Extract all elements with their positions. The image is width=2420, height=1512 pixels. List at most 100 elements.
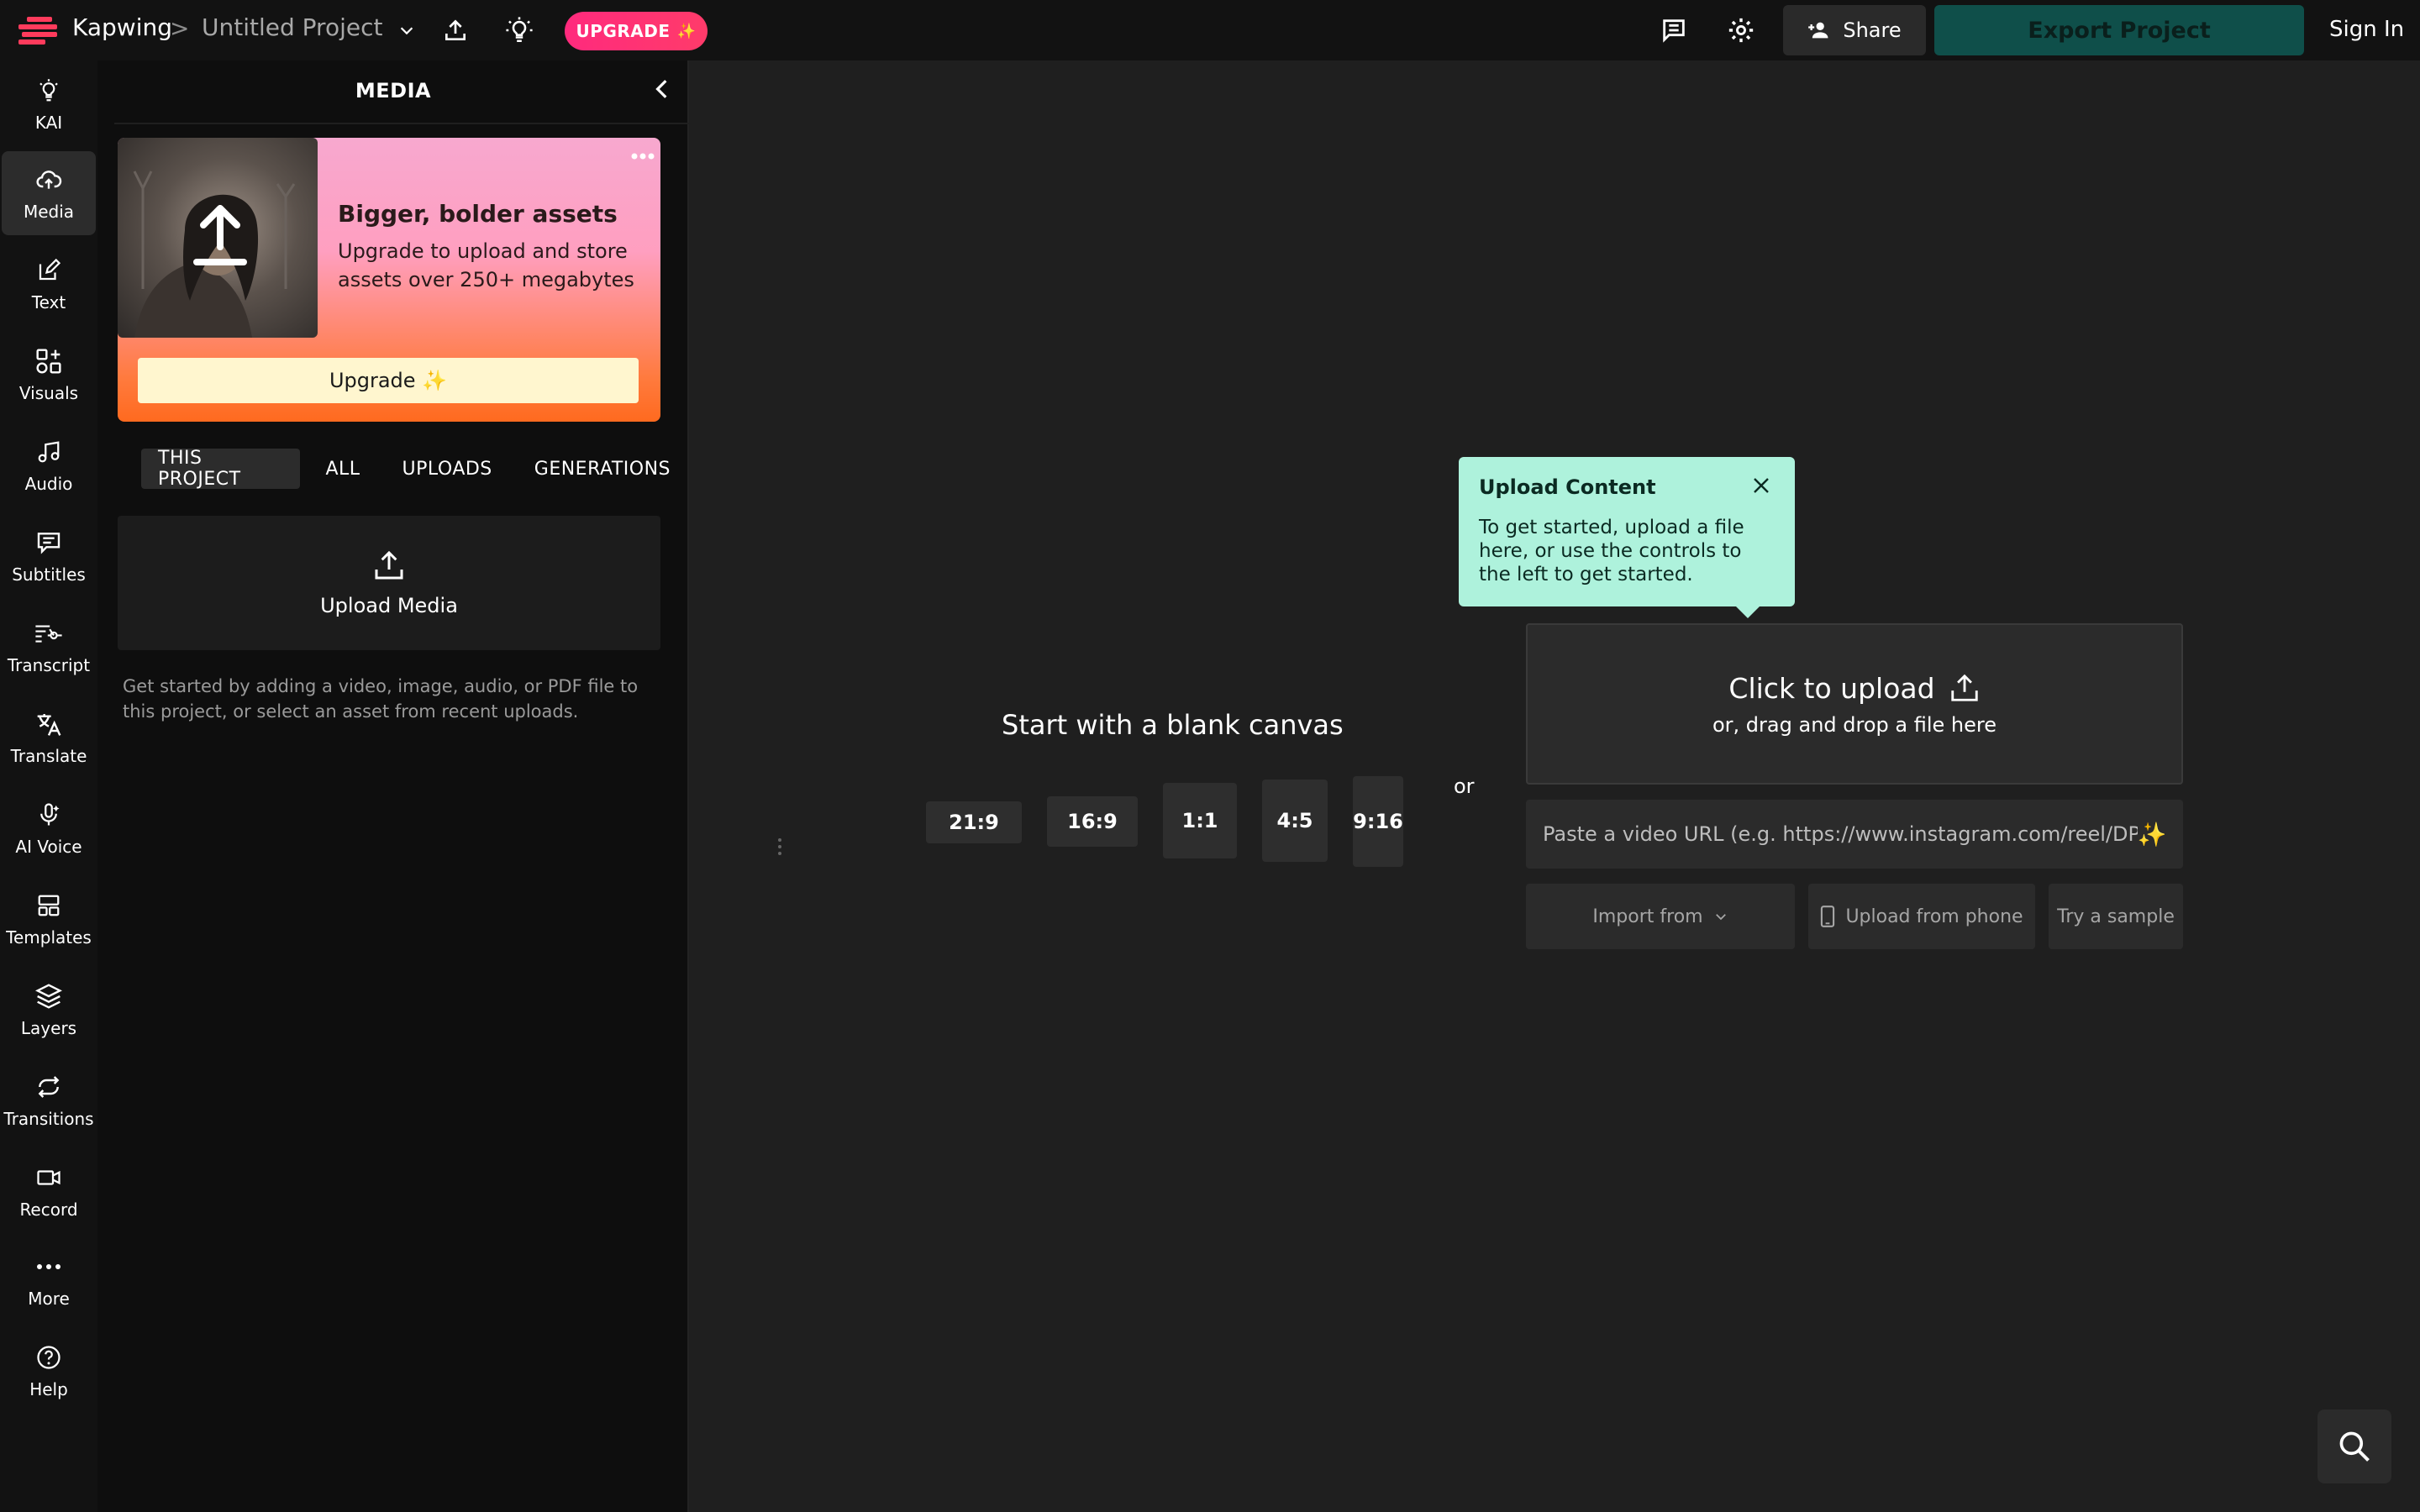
upload-content-tooltip: Upload Content To get started, upload a … bbox=[1459, 457, 1795, 618]
rail-label: Transitions bbox=[3, 1109, 94, 1129]
rail-item-record[interactable]: Record bbox=[2, 1149, 96, 1233]
import-from-label: Import from bbox=[1592, 906, 1703, 927]
lightbulb-icon[interactable] bbox=[501, 12, 538, 49]
promo-upgrade-button[interactable]: Upgrade ✨ bbox=[138, 358, 639, 403]
subtitles-icon bbox=[34, 528, 64, 558]
search-button[interactable] bbox=[2317, 1410, 2391, 1483]
rail-label: Text bbox=[31, 292, 66, 312]
upload-icon bbox=[375, 550, 403, 580]
transcript-icon bbox=[34, 618, 64, 648]
resize-handle-icon[interactable] bbox=[776, 837, 783, 857]
tab-uploads[interactable]: UPLOADS bbox=[386, 449, 509, 489]
rail-label: KAI bbox=[34, 113, 63, 133]
rail-item-translate[interactable]: Translate bbox=[2, 696, 96, 780]
rail-item-transitions[interactable]: Transitions bbox=[2, 1058, 96, 1142]
upgrade-label: UPGRADE bbox=[576, 21, 671, 41]
rail-item-kai[interactable]: KAI bbox=[2, 62, 96, 146]
upload-from-phone-label: Upload from phone bbox=[1845, 906, 2023, 927]
rail-item-help[interactable]: Help bbox=[2, 1329, 96, 1413]
ratio-9-16-button[interactable]: 9:16 bbox=[1353, 776, 1403, 867]
layers-icon bbox=[34, 981, 64, 1011]
panel-help-text: Get started by adding a video, image, au… bbox=[123, 676, 639, 722]
rail-label: Templates bbox=[6, 927, 92, 948]
rail-item-visuals[interactable]: Visuals bbox=[2, 333, 96, 417]
rail-label: Translate bbox=[10, 746, 87, 766]
upload-icon bbox=[1950, 674, 1978, 701]
ratio-1-1-button[interactable]: 1:1 bbox=[1163, 783, 1237, 858]
top-bar: Kapwing > Untitled Project UPGRADE ✨ Sha… bbox=[0, 0, 2420, 60]
transitions-icon bbox=[34, 1072, 64, 1102]
rail-label: Help bbox=[29, 1379, 68, 1399]
ratio-16-9-button[interactable]: 16:9 bbox=[1047, 796, 1138, 847]
divider bbox=[114, 123, 689, 124]
tab-this-project[interactable]: THIS PROJECT bbox=[141, 448, 301, 490]
add-person-icon bbox=[1808, 22, 1828, 39]
media-panel: MEDIA Bigger, bolder assets Upgrade to u… bbox=[97, 60, 781, 1512]
rail-label: Audio bbox=[24, 474, 73, 494]
lightbulb-icon bbox=[34, 76, 64, 106]
close-icon[interactable] bbox=[1746, 470, 1776, 501]
rail-item-media[interactable]: Media bbox=[2, 151, 96, 235]
more-dots-icon[interactable] bbox=[630, 151, 655, 161]
tab-all[interactable]: ALL bbox=[308, 449, 376, 489]
upload-arrow-icon bbox=[193, 205, 247, 265]
or-label: or bbox=[1454, 774, 1475, 798]
gear-icon[interactable] bbox=[1723, 12, 1760, 49]
share-button[interactable]: Share bbox=[1783, 5, 1926, 55]
rail-item-subtitles[interactable]: Subtitles bbox=[2, 514, 96, 598]
export-project-button[interactable]: Export Project bbox=[1934, 5, 2304, 55]
rail-label: Record bbox=[19, 1200, 78, 1220]
kapwing-logo-icon[interactable] bbox=[18, 17, 59, 45]
import-from-button[interactable]: Import from bbox=[1526, 884, 1795, 949]
sign-in-link[interactable]: Sign In bbox=[2329, 17, 2404, 42]
chevron-down-icon bbox=[1715, 914, 1726, 921]
project-title[interactable]: Untitled Project bbox=[202, 13, 382, 41]
ratio-4-5-button[interactable]: 4:5 bbox=[1262, 780, 1328, 862]
try-sample-label: Try a sample bbox=[2057, 906, 2175, 927]
brand-name[interactable]: Kapwing bbox=[72, 13, 172, 41]
panel-title: MEDIA bbox=[355, 79, 432, 102]
more-dots-icon bbox=[34, 1252, 64, 1282]
rail-item-transcript[interactable]: Transcript bbox=[2, 605, 96, 689]
rail-label: Transcript bbox=[7, 655, 91, 675]
rail-item-text[interactable]: Text bbox=[2, 242, 96, 326]
phone-icon bbox=[1821, 906, 1835, 927]
media-tabs: THIS PROJECT ALL UPLOADS GENERATIONS bbox=[141, 448, 687, 490]
upgrade-button[interactable]: UPGRADE ✨ bbox=[565, 12, 708, 50]
chevron-left-icon[interactable] bbox=[645, 72, 679, 106]
left-rail: KAI Media Text Visuals Audio Subtitles T… bbox=[0, 60, 97, 1512]
video-url-field: ✨ bbox=[1526, 800, 2183, 869]
sparkle-icon: ✨ bbox=[676, 22, 697, 40]
rail-item-ai-voice[interactable]: AI Voice bbox=[2, 786, 96, 870]
click-to-upload-label: Click to upload bbox=[1728, 671, 1935, 705]
try-sample-button[interactable]: Try a sample bbox=[2049, 884, 2183, 949]
sparkle-icon[interactable]: ✨ bbox=[2138, 820, 2167, 848]
rail-label: Media bbox=[23, 202, 75, 222]
upload-from-phone-button[interactable]: Upload from phone bbox=[1808, 884, 2035, 949]
share-label: Share bbox=[1843, 18, 1902, 42]
rail-item-audio[interactable]: Audio bbox=[2, 423, 96, 507]
tab-generations[interactable]: GENERATIONS bbox=[518, 449, 687, 489]
chevron-down-icon[interactable] bbox=[388, 12, 425, 49]
upload-icon[interactable] bbox=[437, 12, 474, 49]
microphone-icon bbox=[34, 800, 64, 830]
upload-dropzone[interactable]: Click to upload or, drag and drop a file… bbox=[1526, 623, 2183, 785]
upgrade-promo-card: Bigger, bolder assets Upgrade to upload … bbox=[118, 138, 660, 422]
video-camera-icon bbox=[34, 1163, 64, 1193]
promo-heading: Bigger, bolder assets bbox=[338, 200, 618, 228]
comment-icon[interactable] bbox=[1655, 12, 1692, 49]
search-icon bbox=[2339, 1431, 2370, 1462]
dropzone-main: Click to upload bbox=[1728, 672, 1980, 705]
music-note-icon bbox=[34, 437, 64, 467]
upload-media-button[interactable]: Upload Media bbox=[118, 516, 660, 650]
promo-body: Upgrade to upload and store assets over … bbox=[338, 239, 634, 291]
rail-item-more[interactable]: More bbox=[2, 1238, 96, 1322]
rail-item-templates[interactable]: Templates bbox=[2, 877, 96, 961]
video-url-input[interactable] bbox=[1543, 822, 2138, 846]
rail-item-layers[interactable]: Layers bbox=[2, 968, 96, 1052]
help-circle-icon bbox=[34, 1342, 64, 1373]
ratio-21-9-button[interactable]: 21:9 bbox=[926, 801, 1022, 843]
export-label: Export Project bbox=[2028, 17, 2211, 44]
tooltip-body: To get started, upload a file here, or u… bbox=[1479, 517, 1744, 585]
rail-label: Layers bbox=[20, 1018, 77, 1038]
